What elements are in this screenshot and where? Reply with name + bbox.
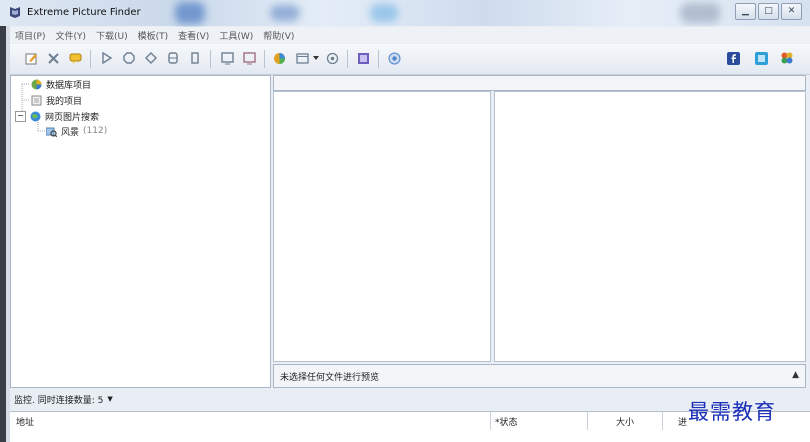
tree-item-count: (112) — [83, 126, 108, 136]
menu-project[interactable]: 项目(P) — [10, 29, 50, 42]
dropdown-arrow-icon[interactable]: ▼ — [107, 395, 112, 403]
close-button[interactable]: ✕ — [781, 3, 802, 20]
edit-icon[interactable] — [24, 51, 38, 65]
maximize-button[interactable]: □ — [758, 3, 779, 20]
facebook-icon[interactable] — [726, 51, 740, 65]
tree-item-label: 我的项目 — [46, 96, 83, 107]
tree-item-web-image-search[interactable]: − 网页图片搜索 — [15, 109, 99, 123]
monitor-alt-icon[interactable] — [242, 51, 256, 65]
skip-icon[interactable] — [144, 51, 158, 65]
folder-icon — [31, 95, 42, 105]
database-icon[interactable] — [166, 51, 180, 65]
file-list-pane[interactable] — [273, 91, 491, 362]
title-bar: Extreme Picture Finder ▁ □ ✕ — [0, 0, 810, 26]
stop-icon[interactable] — [122, 51, 136, 65]
menu-view[interactable]: 查看(V) — [173, 29, 214, 42]
menu-download[interactable]: 下载(U) — [91, 29, 133, 42]
column-size[interactable]: 大小 — [616, 415, 634, 428]
menu-bar: 项目(P) 文件(Y) 下载(U) 模板(T) 查看(V) 工具(W) 帮助(V… — [10, 27, 810, 43]
window-icon[interactable] — [295, 51, 309, 65]
database-icon — [31, 79, 42, 89]
book-icon[interactable] — [356, 51, 370, 65]
preview-panel[interactable]: 未选择任何文件进行预览 ▲ — [273, 364, 806, 388]
dropdown-arrow-icon[interactable] — [311, 51, 321, 65]
preview-status-text: 未选择任何文件进行预览 — [280, 372, 380, 383]
flower-icon[interactable] — [780, 51, 794, 65]
tree-item-label: 网页图片搜索 — [45, 112, 100, 123]
tree-item-my-projects[interactable]: 我的项目 — [31, 93, 82, 107]
column-status[interactable]: *状态 — [495, 415, 518, 428]
tree-item-label: 数据库项目 — [46, 80, 92, 91]
column-address[interactable]: 地址 — [16, 415, 34, 428]
color-wheel-icon[interactable] — [272, 51, 286, 65]
tree-item-landscape[interactable]: 风景 (112) — [46, 124, 107, 138]
app-icon — [10, 7, 20, 18]
monitor-icon[interactable] — [220, 51, 234, 65]
download-table-body[interactable] — [10, 430, 810, 442]
share-icon[interactable] — [754, 51, 768, 65]
menu-tools[interactable]: 工具(W) — [214, 29, 258, 42]
globe-icon — [30, 111, 41, 121]
toolbar — [10, 44, 810, 75]
collapse-toggle-icon[interactable]: − — [15, 110, 26, 122]
column-progress[interactable]: 进 — [678, 415, 687, 428]
window-title: Extreme Picture Finder — [27, 7, 141, 18]
document-icon[interactable] — [188, 51, 202, 65]
project-tree: 数据库项目 我的项目 − 网页图片搜索 风景 (112) — [10, 75, 271, 388]
tree-item-label: 风景 — [61, 127, 80, 138]
target-icon[interactable] — [325, 51, 339, 65]
chevron-up-icon[interactable]: ▲ — [792, 370, 799, 380]
menu-template[interactable]: 模板(T) — [133, 29, 174, 42]
comment-icon[interactable] — [68, 51, 82, 65]
help-icon[interactable] — [387, 51, 401, 65]
thumbnail-pane[interactable] — [494, 91, 806, 362]
play-icon[interactable] — [100, 51, 114, 65]
menu-file[interactable]: 文件(Y) — [50, 29, 91, 42]
menu-help[interactable]: 帮助(V) — [258, 29, 299, 42]
monitor-label: 监控. 同时连接数量: 5 — [14, 395, 104, 406]
tree-item-database-projects[interactable]: 数据库项目 — [31, 77, 91, 91]
watermark-logo: 最需教育 — [688, 400, 776, 424]
file-list-header — [273, 75, 806, 91]
minimize-button[interactable]: ▁ — [735, 3, 756, 20]
search-image-icon — [46, 127, 57, 137]
tools-icon[interactable] — [46, 51, 60, 65]
